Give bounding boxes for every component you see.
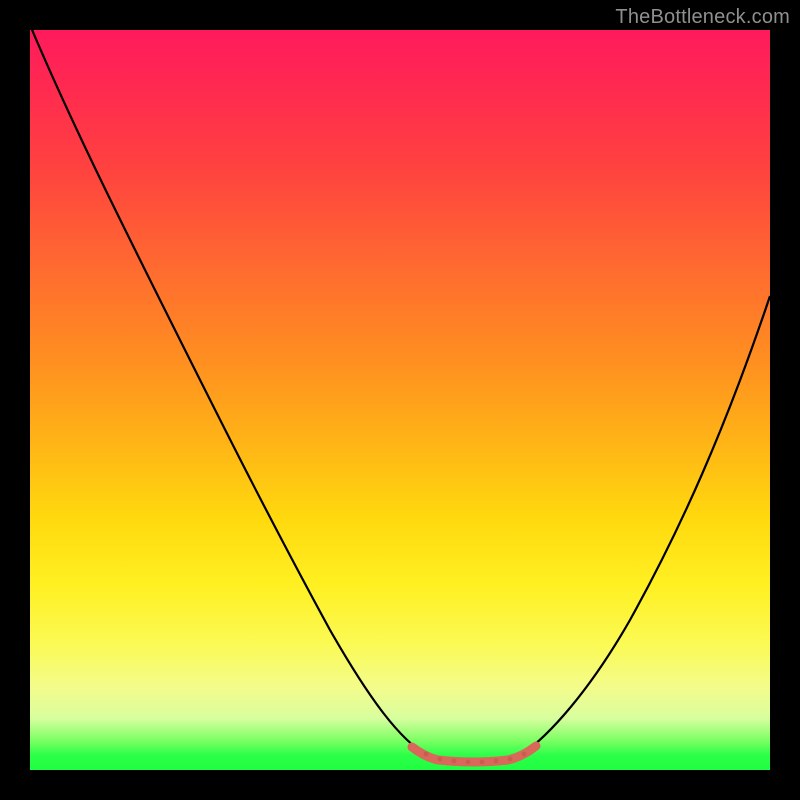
plot-area [30,30,770,770]
chart-frame: TheBottleneck.com [0,0,800,800]
left-branch [30,30,428,756]
right-branch [520,296,770,756]
basin-highlight [412,746,536,762]
watermark-text: TheBottleneck.com [615,6,790,29]
bottleneck-curve [30,30,770,770]
basin-dots [424,752,527,765]
basin-floor [428,756,520,760]
